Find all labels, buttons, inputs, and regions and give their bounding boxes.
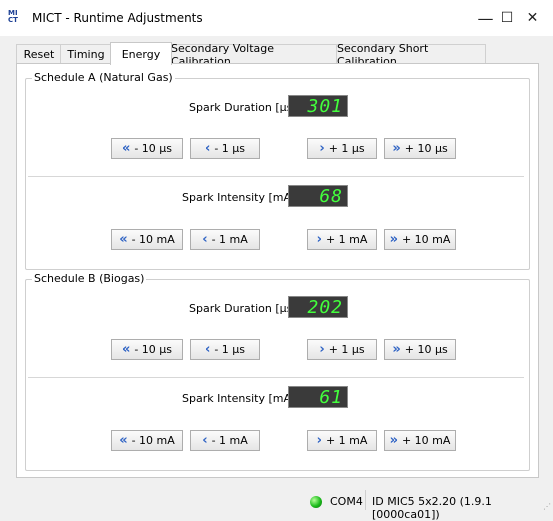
intensity-minus-1-button[interactable]: ‹ - 1 mA: [190, 430, 260, 451]
intensity-minus-1-button[interactable]: ‹ - 1 mA: [190, 229, 260, 250]
title-bar: MI CT MICT - Runtime Adjustments — ☐ ✕: [0, 0, 553, 36]
button-label: + 10 µs: [404, 142, 448, 155]
tab-energy[interactable]: Energy: [110, 42, 172, 65]
schedule-a-title: Schedule A (Natural Gas): [32, 71, 175, 84]
button-label: - 10 mA: [131, 233, 175, 246]
button-label: + 1 mA: [325, 233, 368, 246]
double-chevron-right-icon: »: [392, 141, 401, 156]
com-port-label: COM4: [330, 495, 363, 508]
energy-panel: Schedule A (Natural Gas) Spark Duration …: [16, 63, 539, 478]
app-logo-icon: MI CT: [8, 9, 18, 24]
button-label: - 10 mA: [131, 434, 175, 447]
intensity-minus-10-button[interactable]: «- 10 mA: [111, 430, 183, 451]
chevron-right-icon: ›: [316, 232, 322, 247]
status-divider: [365, 490, 366, 510]
duration-minus-10-button[interactable]: «- 10 µs: [111, 339, 183, 360]
duration-plus-10-button[interactable]: » + 10 µs: [384, 339, 456, 360]
separator: [28, 176, 524, 178]
button-label: + 1 mA: [325, 434, 368, 447]
button-label: + 1 µs: [328, 343, 365, 356]
separator: [28, 377, 524, 379]
button-label: + 1 µs: [328, 142, 365, 155]
button-label: - 1 mA: [211, 233, 248, 246]
duration-minus-1-button[interactable]: ‹ - 1 µs: [190, 138, 260, 159]
connection-status-led-icon: [310, 496, 322, 508]
duration-plus-1-button[interactable]: › + 1 µs: [307, 339, 377, 360]
chevron-left-icon: ‹: [204, 141, 211, 156]
schedule-a-group: Schedule A (Natural Gas) Spark Duration …: [25, 71, 530, 270]
tab-secondary-short-calibration[interactable]: Secondary Short Calibration: [336, 42, 486, 68]
spark-duration-label: Spark Duration [µs]: [189, 101, 297, 114]
intensity-minus-10-button[interactable]: «- 10 mA: [111, 229, 183, 250]
device-id-label: ID MIC5 5x2.20 (1.9.1 [0000ca01]): [372, 495, 492, 521]
spark-duration-display: 301: [288, 95, 348, 117]
spark-intensity-display: 61: [288, 386, 348, 408]
double-chevron-left-icon: «: [119, 232, 128, 247]
tab-timing[interactable]: Timing: [60, 44, 112, 64]
double-chevron-right-icon: »: [389, 232, 398, 247]
duration-minus-10-button[interactable]: «- 10 µs: [111, 138, 183, 159]
spark-intensity-label: Spark Intensity [mA]: [182, 191, 296, 204]
close-button[interactable]: ✕: [512, 0, 553, 36]
duration-minus-1-button[interactable]: ‹ - 1 µs: [190, 339, 260, 360]
intensity-plus-1-button[interactable]: › + 1 mA: [307, 229, 377, 250]
chevron-left-icon: ‹: [202, 232, 208, 247]
spark-intensity-display: 68: [288, 185, 348, 207]
button-label: + 10 mA: [401, 434, 451, 447]
spark-duration-display: 202: [288, 296, 348, 318]
spark-duration-label: Spark Duration [µs]: [189, 302, 297, 315]
double-chevron-left-icon: «: [119, 433, 128, 448]
duration-plus-1-button[interactable]: › + 1 µs: [307, 138, 377, 159]
double-chevron-right-icon: »: [392, 342, 401, 357]
intensity-plus-1-button[interactable]: › + 1 mA: [307, 430, 377, 451]
button-label: - 1 mA: [211, 434, 248, 447]
double-chevron-left-icon: «: [121, 342, 131, 357]
schedule-b-group: Schedule B (Biogas) Spark Duration [µs] …: [25, 272, 530, 471]
chevron-left-icon: ‹: [204, 342, 211, 357]
button-label: + 10 µs: [404, 343, 448, 356]
schedule-b-title: Schedule B (Biogas): [32, 272, 147, 285]
button-label: + 10 mA: [401, 233, 451, 246]
chevron-right-icon: ›: [316, 433, 322, 448]
tab-reset[interactable]: Reset: [16, 44, 62, 64]
intensity-plus-10-button[interactable]: » + 10 mA: [384, 229, 456, 250]
chevron-left-icon: ‹: [202, 433, 208, 448]
spark-intensity-label: Spark Intensity [mA]: [182, 392, 296, 405]
resize-grip-icon[interactable]: ⋰: [543, 502, 551, 511]
intensity-plus-10-button[interactable]: » + 10 mA: [384, 430, 456, 451]
button-label: - 1 µs: [214, 343, 246, 356]
chevron-right-icon: ›: [319, 342, 325, 357]
duration-plus-10-button[interactable]: » + 10 µs: [384, 138, 456, 159]
tab-secondary-voltage-calibration[interactable]: Secondary Voltage Calibration: [170, 42, 338, 68]
double-chevron-right-icon: »: [389, 433, 398, 448]
button-label: - 10 µs: [134, 142, 173, 155]
double-chevron-left-icon: «: [121, 141, 131, 156]
button-label: - 10 µs: [134, 343, 173, 356]
window-title: MICT - Runtime Adjustments: [32, 11, 203, 25]
chevron-right-icon: ›: [319, 141, 325, 156]
button-label: - 1 µs: [214, 142, 246, 155]
